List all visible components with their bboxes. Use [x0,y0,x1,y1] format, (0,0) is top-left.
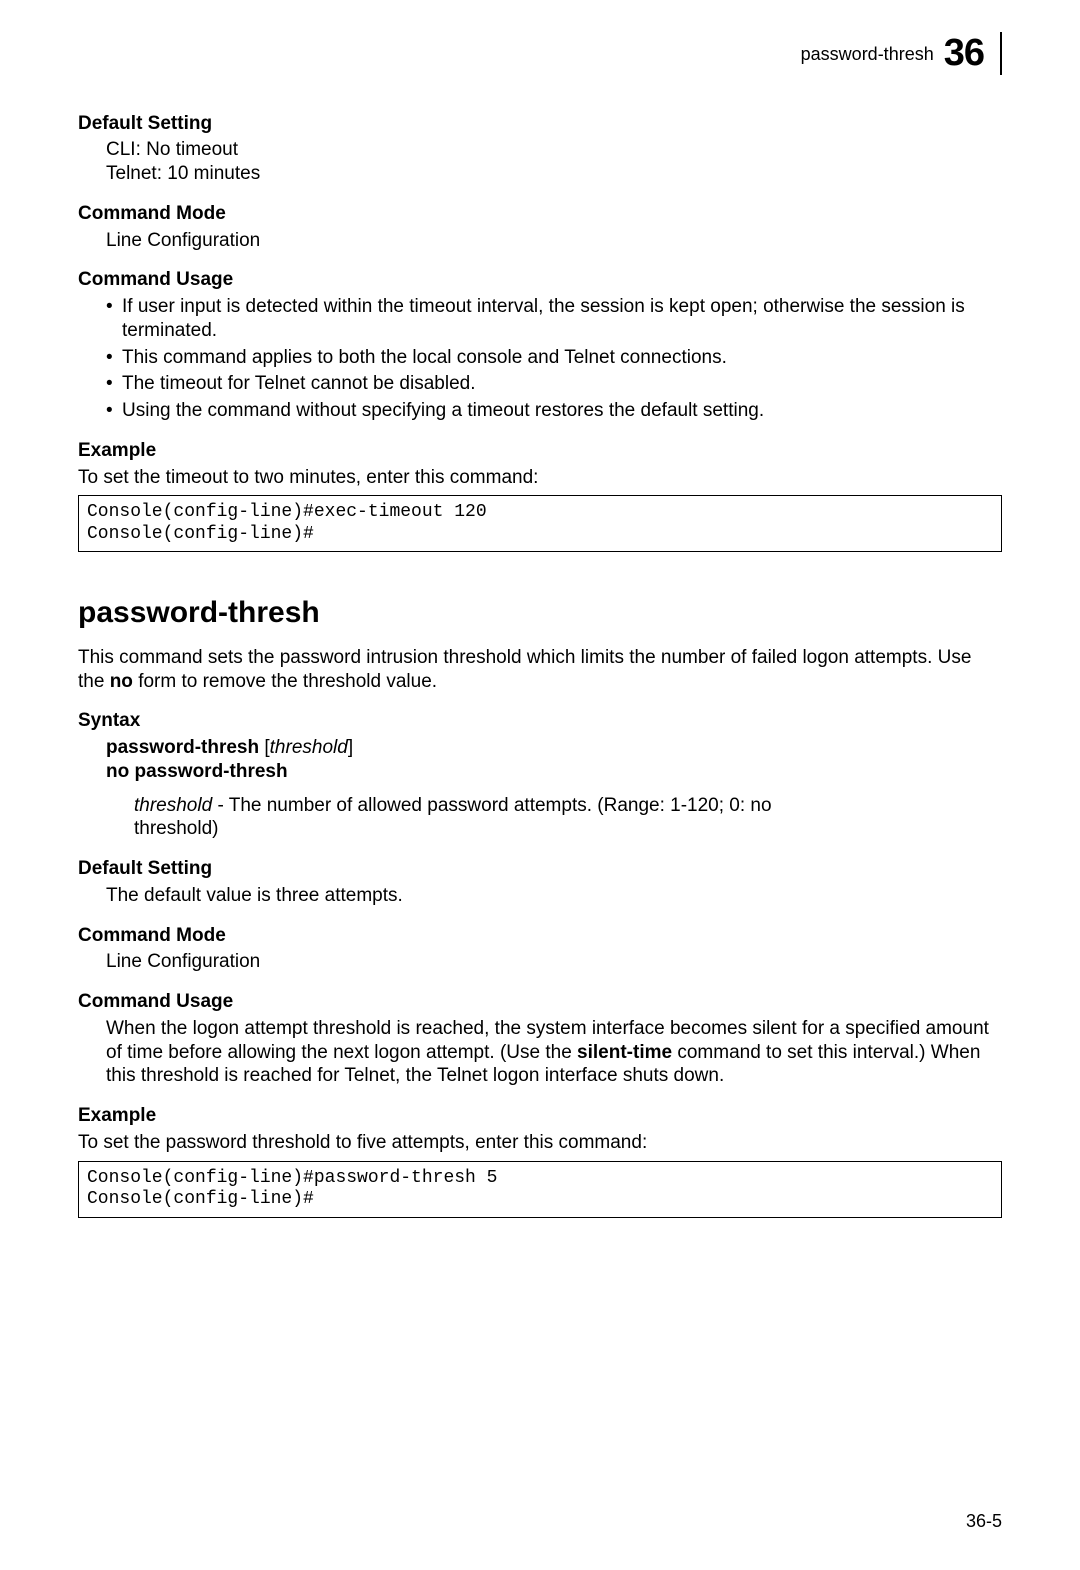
syntax-line-1: password-thresh [threshold] [106,736,1002,760]
default-setting-head-2: Default Setting [78,857,1002,881]
default-setting-line2: Telnet: 10 minutes [106,162,1002,186]
example-code-1: Console(config-line)#exec-timeout 120 Co… [78,495,1002,552]
syntax-head: Syntax [78,709,1002,733]
command-mode-head-2: Command Mode [78,924,1002,948]
example-intro-2: To set the password threshold to five at… [78,1131,1002,1155]
syntax-line-2: no password-thresh [106,760,1002,784]
page: password-thresh 36 Default Setting CLI: … [0,0,1080,1570]
command-usage-body-2: When the logon attempt threshold is reac… [106,1017,1002,1088]
page-header: password-thresh 36 [78,30,1002,78]
command-mode-head-1: Command Mode [78,202,1002,226]
command-title: password-thresh [78,594,1002,632]
default-setting-line1: CLI: No timeout [106,138,1002,162]
command-description: This command sets the password intrusion… [78,646,1002,694]
usage-item: The timeout for Telnet cannot be disable… [106,372,1002,396]
syntax-arg-desc: threshold - The number of allowed passwo… [134,794,854,842]
default-setting-head-1: Default Setting [78,112,1002,136]
arg-name: threshold [134,795,212,816]
command-usage-head-1: Command Usage [78,268,1002,292]
usage-item: Using the command without specifying a t… [106,399,1002,423]
arg-desc: - The number of allowed password attempt… [134,795,772,840]
syntax-block: password-thresh [threshold] no password-… [106,736,1002,784]
default-setting-body-2: The default value is three attempts. [106,884,1002,908]
desc-no-keyword: no [110,671,133,692]
syntax-bracket-close: ] [348,737,353,758]
example-head-2: Example [78,1104,1002,1128]
usage-list-1: If user input is detected within the tim… [106,295,1002,423]
chapter-number: 36 [944,30,984,78]
page-number: 36-5 [966,1510,1002,1533]
example-code-2: Console(config-line)#password-thresh 5 C… [78,1161,1002,1218]
example-intro-1: To set the timeout to two minutes, enter… [78,466,1002,490]
usage-item: If user input is detected within the tim… [106,295,1002,343]
running-head: password-thresh [801,43,934,66]
command-mode-body-1: Line Configuration [106,229,1002,253]
usage-silent-time: silent-time [577,1042,672,1063]
command-mode-body-2: Line Configuration [106,950,1002,974]
usage-item: This command applies to both the local c… [106,346,1002,370]
header-divider [1000,32,1002,75]
desc-text-b: form to remove the threshold value. [133,671,437,692]
command-usage-head-2: Command Usage [78,990,1002,1014]
syntax-cmd: password-thresh [106,737,259,758]
syntax-arg: threshold [270,737,348,758]
example-head-1: Example [78,439,1002,463]
